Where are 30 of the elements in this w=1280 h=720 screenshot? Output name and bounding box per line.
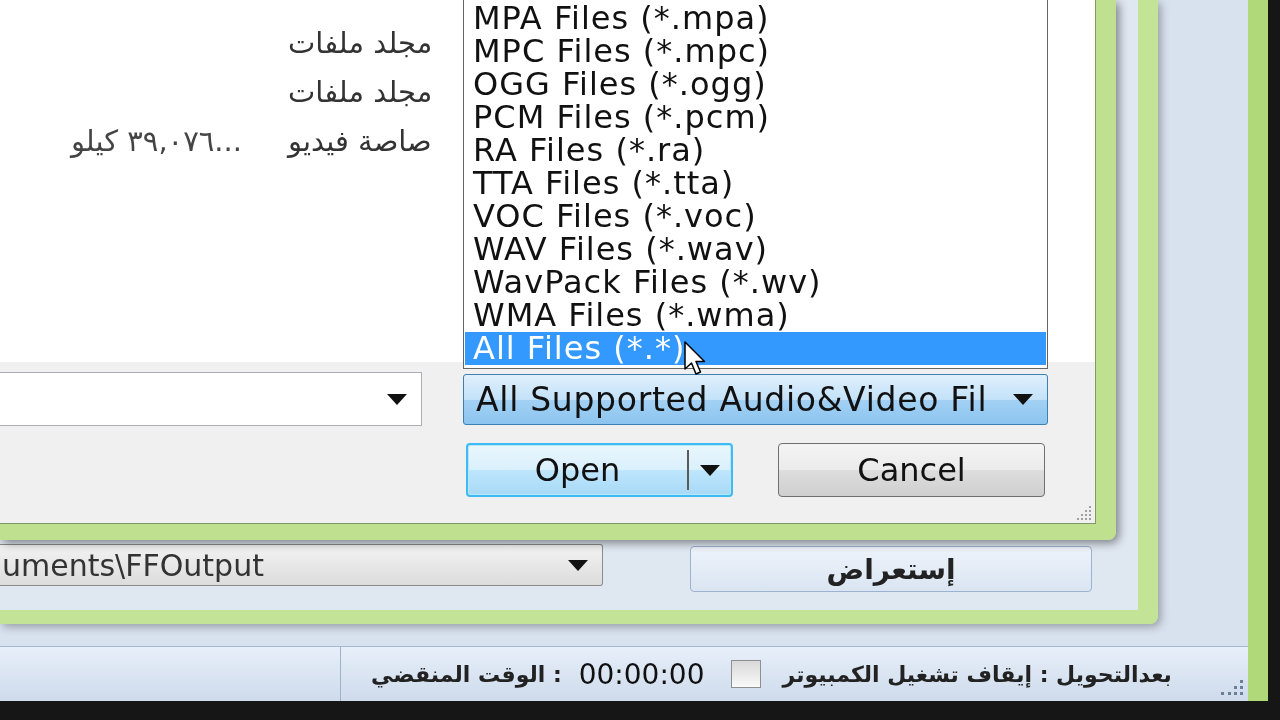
resize-grip-icon[interactable]: [1074, 503, 1092, 521]
file-name-combo[interactable]: [0, 372, 422, 426]
dropdown-option[interactable]: OGG Files (*.ogg): [465, 68, 1046, 101]
shutdown-label: بعدالتحويل : إيقاف تشغيل الكمبيوتر: [782, 661, 1172, 687]
dropdown-option[interactable]: WMA Files (*.wma): [465, 299, 1046, 332]
dropdown-option[interactable]: MPC Files (*.mpc): [465, 35, 1046, 68]
list-cell-text: مجلد ملفات: [288, 74, 434, 109]
dropdown-option[interactable]: RA Files (*.ra): [465, 134, 1046, 167]
caret-icon: [568, 559, 588, 571]
list-cell-text: صاصة فيديو: [288, 123, 433, 158]
list-cell-text: ...٣٩,٠٧٦ كيلو: [68, 123, 242, 158]
dropdown-option[interactable]: MPA Files (*.mpa): [465, 2, 1046, 35]
dropdown-option[interactable]: VOC Files (*.voc): [465, 200, 1046, 233]
caret-icon: [1013, 394, 1033, 405]
elapsed-time: 00:00:00: [578, 657, 705, 691]
list-cell-text: مجلد ملفات: [288, 25, 434, 60]
dropdown-option[interactable]: TTA Files (*.tta): [465, 167, 1046, 200]
dropdown-option[interactable]: WavPack Files (*.wv): [465, 266, 1046, 299]
elapsed-label: الوقت المنقضي :: [371, 661, 562, 687]
caret-icon: [387, 393, 407, 405]
resize-grip-icon[interactable]: [1220, 678, 1244, 696]
dropdown-option[interactable]: PCM Files (*.pcm): [465, 101, 1046, 134]
shutdown-checkbox[interactable]: [731, 660, 762, 688]
dropdown-option[interactable]: WAV Files (*.wav): [465, 233, 1046, 266]
folder-path-combo[interactable]: uments\FFOutput: [0, 544, 603, 586]
file-type-combo[interactable]: All Supported Audio&Video Fil: [463, 374, 1048, 425]
open-button[interactable]: Open: [466, 443, 733, 497]
browse-button[interactable]: إستعراض: [690, 546, 1092, 592]
caret-icon: [700, 464, 720, 476]
cancel-button[interactable]: Cancel: [778, 443, 1045, 497]
